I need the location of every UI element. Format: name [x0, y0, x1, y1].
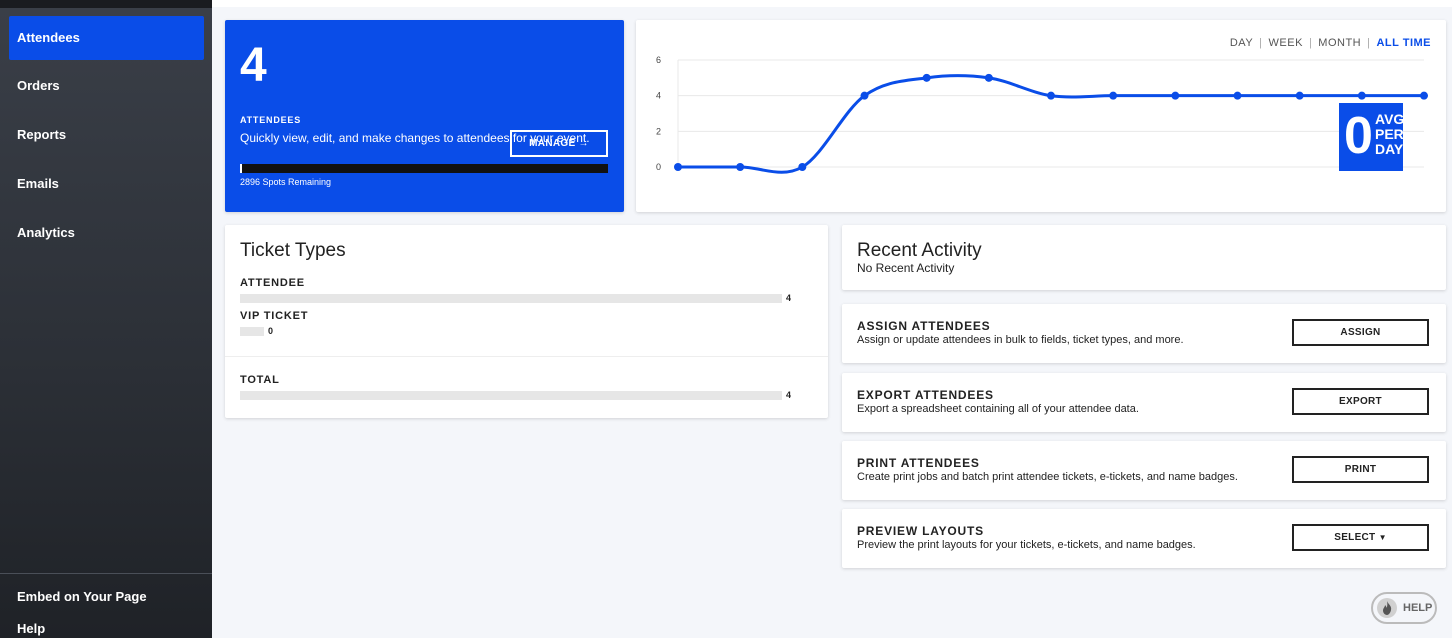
data-point[interactable]	[1357, 91, 1366, 100]
range-day[interactable]: DAY	[1230, 37, 1253, 49]
sidebar-item-label: Orders	[17, 78, 60, 93]
sidebar-divider	[0, 573, 212, 574]
sidebar-item-label: Analytics	[17, 225, 75, 240]
ticket-total-bar	[240, 391, 782, 400]
ticket-total-name: TOTAL	[240, 374, 280, 386]
ticket-type-count: 0	[268, 326, 274, 336]
recent-activity-empty: No Recent Activity	[857, 261, 955, 275]
data-point[interactable]	[1420, 91, 1428, 100]
avg-per-day-value: 0	[1344, 107, 1373, 165]
action-title: ASSIGN ATTENDEES	[857, 319, 991, 333]
attendees-summary-card: 4 ATTENDEES Quickly view, edit, and make…	[225, 20, 624, 212]
ticket-types-divider	[225, 356, 828, 357]
time-range-selector: DAY | WEEK | MONTH | ALL TIME	[1229, 37, 1431, 49]
data-point[interactable]	[922, 73, 931, 82]
ticket-total-count: 4	[786, 390, 792, 400]
manage-button-label: MANAGE	[529, 138, 576, 149]
ticket-type-bar	[240, 294, 782, 303]
sidebar-help-link[interactable]: Help	[17, 621, 45, 636]
top-bar	[212, 0, 1452, 7]
sidebar-item-analytics[interactable]: Analytics	[9, 211, 204, 255]
help-label: HELP	[1403, 602, 1433, 614]
action-description: Preview the print layouts for your ticke…	[857, 539, 1196, 551]
series-line	[677, 74, 1424, 174]
per-label: PER	[1375, 126, 1404, 142]
sidebar: Attendees Orders Reports Emails Analytic…	[0, 0, 212, 638]
arrow-right-icon: →	[578, 138, 589, 149]
recent-activity-title: Recent Activity	[857, 240, 982, 261]
data-point[interactable]	[798, 163, 807, 171]
action-description: Export a spreadsheet containing all of y…	[857, 403, 1139, 415]
select-layout-dropdown[interactable]: SELECT ▼	[1292, 524, 1429, 551]
print-button[interactable]: PRINT	[1292, 456, 1429, 483]
assign-button[interactable]: ASSIGN	[1292, 319, 1429, 346]
range-week[interactable]: WEEK	[1269, 37, 1303, 49]
data-point[interactable]	[1109, 91, 1118, 100]
recent-activity-card: Recent Activity No Recent Activity	[842, 225, 1446, 290]
range-all-time[interactable]: ALL TIME	[1376, 37, 1431, 49]
ticket-type-count: 4	[786, 293, 792, 303]
data-point[interactable]	[1047, 91, 1055, 100]
action-description: Assign or update attendees in bulk to fi…	[857, 334, 1184, 346]
sidebar-item-reports[interactable]: Reports	[9, 113, 204, 157]
data-point[interactable]	[674, 163, 682, 171]
sidebar-item-attendees[interactable]: Attendees	[9, 16, 204, 60]
y-tick-label: 4	[656, 91, 661, 101]
attendee-count: 4	[240, 39, 267, 92]
action-title: EXPORT ATTENDEES	[857, 388, 994, 402]
export-attendees-card: EXPORT ATTENDEES Export a spreadsheet co…	[842, 373, 1446, 432]
sidebar-item-label: Reports	[17, 127, 67, 142]
sidebar-item-orders[interactable]: Orders	[9, 64, 204, 108]
attendee-count-label: ATTENDEES	[240, 115, 302, 125]
action-title: PRINT ATTENDEES	[857, 456, 980, 470]
data-point[interactable]	[1233, 91, 1242, 100]
avg-per-day-badge: 0 AVG PER DAY	[1339, 103, 1405, 171]
action-description: Create print jobs and batch print attend…	[857, 471, 1238, 483]
y-tick-label: 6	[656, 55, 661, 65]
y-tick-label: 2	[656, 126, 661, 136]
data-point[interactable]	[736, 163, 745, 171]
sidebar-embed-link[interactable]: Embed on Your Page	[17, 589, 147, 604]
assign-attendees-card: ASSIGN ATTENDEES Assign or update attend…	[842, 304, 1446, 363]
data-point[interactable]	[984, 73, 993, 82]
preview-layouts-card: PREVIEW LAYOUTS Preview the print layout…	[842, 509, 1446, 568]
sidebar-item-label: Emails	[17, 176, 59, 191]
attendance-chart-card: 0 2 4 6 DAY | WEEK | MONTH | ALL TIME 0 AVG PER D…	[636, 20, 1446, 212]
manage-button[interactable]: MANAGE →	[510, 130, 608, 157]
export-button[interactable]: EXPORT	[1292, 388, 1429, 415]
caret-down-icon: ▼	[1378, 533, 1387, 542]
data-point[interactable]	[860, 91, 869, 100]
sidebar-item-emails[interactable]: Emails	[9, 162, 204, 206]
ticket-type-name: VIP TICKET	[240, 310, 309, 322]
capacity-progress-bar	[240, 164, 608, 173]
range-month[interactable]: MONTH	[1318, 37, 1361, 49]
day-label: DAY	[1375, 141, 1404, 157]
data-point[interactable]	[1295, 91, 1304, 100]
select-label: SELECT	[1334, 532, 1376, 543]
ticket-type-name: ATTENDEE	[240, 277, 305, 289]
sidebar-item-label: Attendees	[17, 30, 80, 45]
data-point[interactable]	[1171, 91, 1180, 100]
avg-label: AVG	[1375, 111, 1405, 127]
ticket-type-bar	[240, 327, 264, 336]
ticket-types-title: Ticket Types	[240, 240, 346, 261]
print-attendees-card: PRINT ATTENDEES Create print jobs and ba…	[842, 441, 1446, 500]
help-button[interactable]: HELP	[1371, 592, 1437, 624]
y-tick-label: 0	[656, 162, 661, 172]
spots-remaining: 2896 Spots Remaining	[240, 177, 332, 187]
action-title: PREVIEW LAYOUTS	[857, 524, 984, 538]
ticket-types-card: Ticket Types ATTENDEE 4 VIP TICKET 0 TOT…	[225, 225, 828, 418]
flame-icon	[1377, 598, 1397, 618]
